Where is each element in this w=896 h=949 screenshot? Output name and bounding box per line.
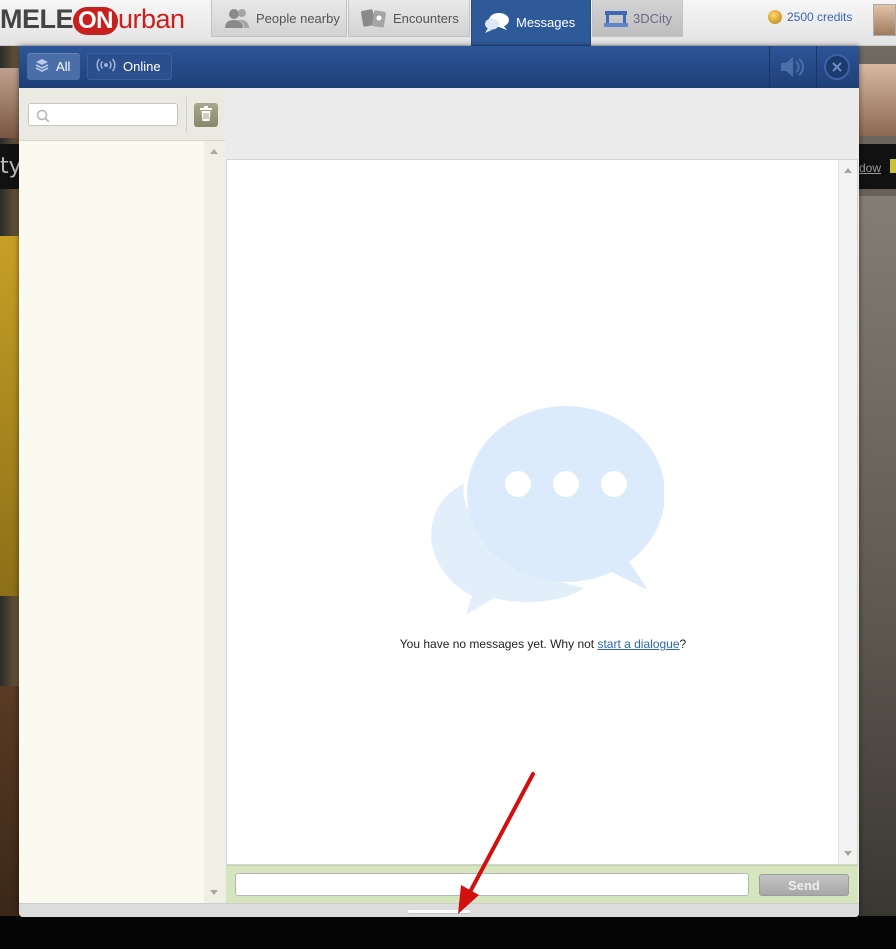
- encounters-icon: [361, 7, 387, 29]
- site-logo[interactable]: MELE ON urban: [0, 3, 185, 35]
- banner-right: dow: [859, 144, 896, 189]
- scroll-down-arrow-icon[interactable]: [844, 851, 852, 856]
- coin-icon: [768, 10, 782, 24]
- filter-all-button[interactable]: All: [27, 53, 81, 80]
- banner-text-left: ty: [0, 144, 19, 189]
- scroll-up-arrow-icon[interactable]: [844, 168, 852, 173]
- header-divider: [769, 46, 770, 88]
- contacts-scrollbar[interactable]: [204, 141, 225, 903]
- send-button[interactable]: Send: [759, 874, 849, 896]
- close-icon[interactable]: [824, 54, 850, 80]
- contacts-panel: [19, 88, 225, 903]
- speech-bubbles-icon: [484, 12, 510, 34]
- banner-link-right[interactable]: dow: [859, 161, 881, 175]
- background-page-right: dow: [859, 46, 896, 916]
- site-header: MELE ON urban People nearby Encounters Mes…: [0, 0, 896, 46]
- background-wall: [0, 236, 19, 596]
- scroll-up-arrow-icon[interactable]: [210, 149, 218, 154]
- credits-balance[interactable]: 2500 credits: [768, 10, 852, 24]
- people-icon: [224, 7, 250, 29]
- banner-tag: [890, 159, 896, 173]
- scroll-down-arrow-icon[interactable]: [210, 890, 218, 895]
- sound-toggle-icon[interactable]: [777, 52, 807, 82]
- profile-photo: [859, 64, 896, 136]
- page-bottom: [0, 916, 896, 949]
- background-scene: [859, 196, 896, 916]
- search-icon: [36, 108, 50, 127]
- message-scrollbar[interactable]: [838, 160, 857, 864]
- dialog-header: All Online: [19, 46, 859, 88]
- empty-state-message: You have no messages yet. Why not start …: [399, 637, 687, 651]
- background-page-left: ty: [0, 46, 19, 916]
- delete-conversations-button[interactable]: [194, 103, 218, 127]
- nav-tab-3dcity[interactable]: 3DCity: [592, 0, 683, 37]
- resize-handle[interactable]: [408, 910, 470, 913]
- toolbar-divider: [186, 97, 187, 133]
- chat-bubbles-icon: [424, 406, 665, 620]
- 3dcity-icon: [603, 7, 629, 29]
- header-divider: [816, 46, 817, 88]
- compose-bar: Send: [226, 865, 858, 903]
- contacts-toolbar: [19, 88, 225, 141]
- trash-icon: [199, 105, 213, 125]
- nav-tab-encounters[interactable]: Encounters: [348, 0, 470, 37]
- nav-tab-messages[interactable]: Messages: [471, 0, 591, 46]
- messages-dialog: All Online You have no messages yet. Why…: [19, 46, 859, 917]
- filter-online-button[interactable]: Online: [87, 53, 172, 80]
- dialog-footer: [19, 903, 859, 917]
- contact-search-field[interactable]: [28, 103, 178, 126]
- online-signal-icon: [96, 58, 116, 75]
- message-input[interactable]: [235, 873, 749, 896]
- background-floor: [0, 686, 19, 916]
- conversation-panel: You have no messages yet. Why not start …: [225, 88, 859, 903]
- contacts-list[interactable]: [19, 141, 225, 903]
- nav-tab-people-nearby[interactable]: People nearby: [211, 0, 347, 37]
- start-dialogue-link[interactable]: start a dialogue: [597, 637, 679, 651]
- message-history: You have no messages yet. Why not start …: [226, 159, 858, 865]
- user-avatar[interactable]: [873, 4, 896, 36]
- layers-icon: [35, 58, 49, 75]
- profile-photo: [0, 68, 19, 138]
- search-input[interactable]: [55, 106, 173, 123]
